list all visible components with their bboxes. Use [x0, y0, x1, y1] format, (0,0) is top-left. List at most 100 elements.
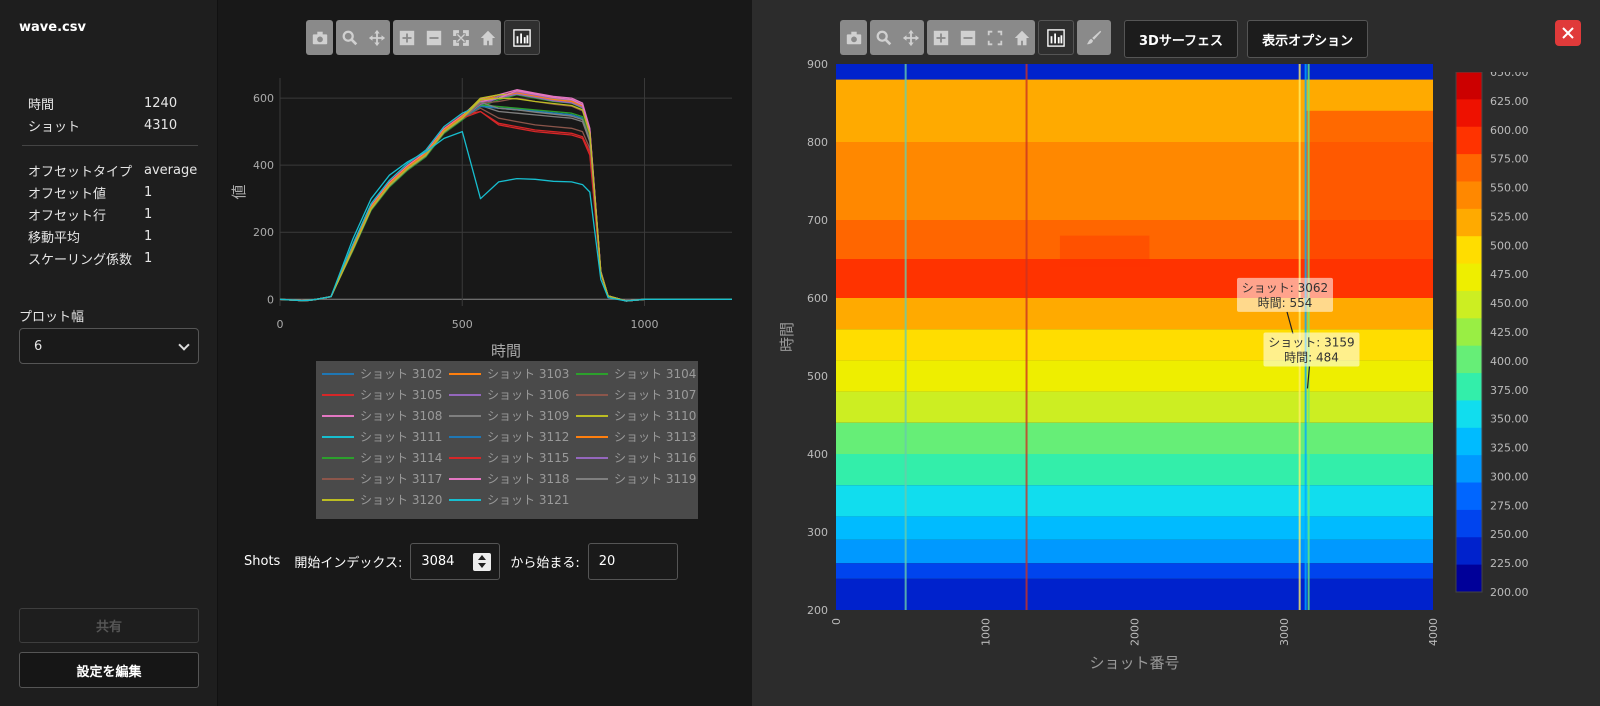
legend-label: ショット 3117 — [360, 472, 443, 486]
colorbar-segment — [1456, 154, 1482, 182]
colorbar-tick-label: 575.00 — [1490, 153, 1529, 166]
colorbar-tick-label: 325.00 — [1490, 442, 1529, 455]
legend-label: ショット 3120 — [360, 493, 443, 507]
legend-item[interactable]: ショット 3119 — [576, 470, 696, 487]
legend-item[interactable]: ショット 3107 — [576, 386, 696, 403]
edit-settings-button[interactable]: 設定を編集 — [19, 652, 199, 688]
series-line — [279, 105, 732, 302]
heatmap-band — [836, 516, 1433, 540]
series-line — [279, 91, 732, 302]
param-value: 1 — [144, 184, 153, 200]
series-line — [279, 107, 732, 302]
colorbar-tick-label: 500.00 — [1490, 239, 1529, 252]
colorbar-segment — [1456, 236, 1482, 265]
legend-item[interactable]: ショット 3104 — [576, 365, 696, 382]
param-key: スケーリング係数 — [28, 252, 133, 268]
plot-width-select[interactable]: 6 — [19, 328, 199, 364]
legend-item[interactable]: ショット 3105 — [322, 386, 442, 403]
legend-item[interactable]: ショット 3117 — [322, 470, 442, 487]
legend-label: ショット 3105 — [360, 388, 443, 402]
line-chart[interactable]: 0 200 400 600 0 500 1000 時間 値 — [218, 60, 752, 360]
legend-item[interactable]: ショット 3113 — [576, 428, 696, 445]
legend-item[interactable]: ショット 3114 — [322, 449, 442, 466]
camera-icon[interactable] — [306, 20, 333, 55]
legend-label: ショット 3114 — [360, 451, 443, 465]
series-line — [279, 97, 732, 302]
legend-swatch — [576, 435, 608, 438]
heatmap-band — [836, 454, 1433, 486]
legend-swatch — [449, 414, 481, 417]
legend-swatch — [322, 456, 354, 459]
colorbar: 650.00 625.00 600.00 575.00 550.00 525.00 500.… — [1455, 72, 1529, 599]
plot-width-value: 6 — [34, 338, 43, 354]
colorbar-segment — [1456, 263, 1482, 292]
info-key: ショット — [28, 119, 81, 135]
heatmap-chart[interactable]: 200 300 400 500 600 700 800 900 0 1000 2000 3000 400… — [752, 50, 1512, 680]
spinner-icon[interactable] — [473, 553, 492, 571]
y-tick-label: 200 — [807, 604, 828, 617]
colorbar-tick-label: 350.00 — [1490, 413, 1529, 426]
y-tick-label: 600 — [807, 292, 828, 305]
legend-item[interactable]: ショット 3115 — [449, 449, 569, 466]
home-icon[interactable] — [474, 20, 501, 55]
colorbar-tick-label: 400.00 — [1490, 355, 1529, 368]
legend-item[interactable]: ショット 3111 — [322, 428, 442, 445]
heatmap-band — [836, 563, 1433, 579]
info-value: 4310 — [144, 117, 178, 133]
info-key: 時間 — [28, 97, 55, 113]
series-line — [279, 104, 732, 302]
pan-icon[interactable] — [363, 20, 390, 55]
colorbar-segment — [1456, 427, 1482, 456]
close-button[interactable] — [1555, 20, 1581, 46]
plot-width-label: プロット幅 — [19, 310, 85, 325]
param-key: オフセット行 — [28, 208, 107, 224]
legend-item[interactable]: ショット 3102 — [322, 365, 442, 382]
legend-item[interactable]: ショット 3103 — [449, 365, 569, 382]
heatmap-band — [836, 298, 1433, 330]
x-axis-label: 時間 — [491, 342, 521, 360]
legend-item[interactable]: ショット 3109 — [449, 407, 569, 424]
x-tick-label: 500 — [452, 318, 473, 331]
zoom-out-icon[interactable] — [420, 20, 447, 55]
autoscale-icon[interactable] — [447, 20, 474, 55]
param-value: 1 — [144, 250, 153, 266]
sidebar: wave.csv 時間 1240 ショット 4310 オフセットタイプ aver… — [0, 0, 218, 706]
heatmap-streak — [1025, 64, 1028, 610]
legend-item[interactable]: ショット 3112 — [449, 428, 569, 445]
zoom-in-icon[interactable] — [393, 20, 420, 55]
colorbar-segment — [1456, 564, 1482, 593]
start-index-value: 3084 — [421, 554, 455, 569]
zoom-icon[interactable] — [336, 20, 363, 55]
legend-label: ショット 3118 — [487, 472, 570, 486]
annotation-shot: ショット: 3062 — [1242, 281, 1328, 295]
legend-item[interactable]: ショット 3118 — [449, 470, 569, 487]
start-index-label: 開始インデックス: — [294, 556, 403, 571]
legend-item[interactable]: ショット 3108 — [322, 407, 442, 424]
legend-item[interactable]: ショット 3120 — [322, 491, 442, 508]
heatmap-band — [836, 539, 1433, 564]
toolbar-group — [504, 20, 540, 55]
colorbar-tick-label: 250.00 — [1490, 528, 1529, 541]
colorbar-segment — [1456, 318, 1482, 347]
x-tick-label: 0 — [830, 618, 843, 625]
count-input[interactable]: 20 — [587, 543, 678, 580]
param-key: オフセットタイプ — [28, 164, 133, 180]
legend-item[interactable]: ショット 3106 — [449, 386, 569, 403]
line-chart-toolbar — [306, 20, 540, 55]
colorbar-segment — [1456, 455, 1482, 484]
start-index-input[interactable]: 3084 — [410, 543, 501, 580]
colorbar-tick-label: 200.00 — [1490, 586, 1529, 599]
y-axis-label: 時間 — [778, 322, 796, 352]
legend-item[interactable]: ショット 3116 — [576, 449, 696, 466]
bar-chart-icon[interactable] — [505, 20, 539, 55]
legend-item[interactable]: ショット 3110 — [576, 407, 696, 424]
share-button[interactable]: 共有 — [19, 608, 199, 643]
colorbar-segment — [1456, 72, 1482, 100]
legend-item[interactable]: ショット 3121 — [449, 491, 569, 508]
colorbar-tick-label: 425.00 — [1490, 326, 1529, 339]
colorbar-tick-label: 625.00 — [1490, 95, 1529, 108]
colorbar-segment — [1456, 290, 1482, 319]
info-value: 1240 — [144, 95, 178, 111]
series-line — [279, 90, 732, 302]
colorbar-tick-label: 450.00 — [1490, 297, 1529, 310]
